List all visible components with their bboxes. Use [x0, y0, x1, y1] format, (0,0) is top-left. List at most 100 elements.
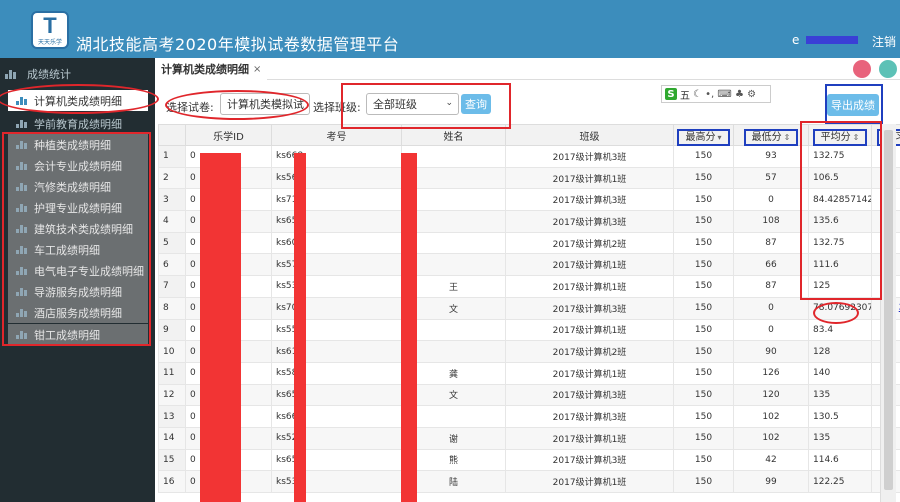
cell-exam: ks525 [271, 426, 402, 450]
cell-max: 150 [673, 318, 734, 342]
col-exam-number[interactable]: 考号 [271, 124, 402, 146]
cell-cls: 2017级计算机3班 [505, 188, 674, 212]
sidebar-item[interactable]: 酒店服务成绩明细 [8, 302, 148, 323]
bar-chart-icon [16, 266, 28, 275]
tab-computer-scores[interactable]: 计算机类成绩明细 × [155, 58, 268, 80]
cell-name: 陆 [401, 470, 506, 493]
logout-link[interactable]: 注销 [872, 33, 896, 50]
table-row[interactable]: 110ks582龚2017级计算机1班1501261403 [158, 361, 900, 385]
cell-name: 熊 [401, 448, 506, 472]
cell-max: 150 [673, 470, 734, 493]
col-name[interactable]: 姓名 [401, 124, 506, 146]
sidebar-item[interactable]: 学前教育成绩明细 [8, 113, 148, 134]
cell-max: 150 [673, 166, 734, 190]
table-row[interactable]: 10ks6682017级计算机3班15093132.754 [158, 145, 900, 168]
cell-cls: 2017级计算机3班 [505, 296, 674, 320]
cell-avg: 122.25 [808, 470, 872, 493]
table-row[interactable]: 60ks5702017级计算机1班15066111.65 [158, 253, 900, 277]
bar-chart-icon [16, 224, 28, 233]
cell-min: 108 [733, 210, 809, 233]
cell-n: 13 [158, 405, 186, 428]
table-row[interactable]: 100ks6172017级计算机2班150901283 [158, 340, 900, 363]
cell-exam: ks665 [271, 405, 402, 428]
pink-circle-button[interactable] [853, 60, 871, 78]
close-icon[interactable]: × [253, 64, 261, 75]
cell-cls: 2017级计算机1班 [505, 361, 674, 385]
class-select[interactable]: 全部班级 ⌄ [366, 93, 459, 115]
paper-select-value: 计算机类模拟试 [227, 98, 304, 111]
cell-n: 3 [158, 188, 186, 212]
table-row[interactable]: 120ks651文2017级计算机3班1501201352 [158, 383, 900, 407]
app-title: 湖北技能高考2020年模拟试卷数据管理平台 [76, 35, 400, 54]
col-class[interactable]: 班级 [505, 124, 674, 146]
query-button[interactable]: 查询 [461, 94, 491, 114]
sidebar-item[interactable]: 电气电子专业成绩明细 [8, 260, 148, 281]
table-row[interactable]: 50ks6082017级计算机2班15087132.754 [158, 231, 900, 255]
table-row[interactable]: 130ks6652017级计算机3班150102130.54 [158, 405, 900, 428]
cell-avg: 111.6 [808, 253, 872, 277]
cell-exam: ks654 [271, 448, 402, 472]
cell-exam: ks582 [271, 361, 402, 385]
ime-toolbar[interactable]: S 五 ☾ •, ⌨ ♣ ⚙ [661, 85, 771, 103]
cell-name: 谢 [401, 426, 506, 450]
cell-avg: 130.5 [808, 405, 872, 428]
cell-max: 150 [673, 275, 734, 298]
scrollbar-thumb[interactable] [884, 130, 893, 490]
scores-table: 乐学ID 考号 姓名 班级 最高分▾ 最低分⇕ 平均分⇕ 练习次数 10ks66… [158, 124, 900, 493]
cell-name [401, 253, 506, 277]
cell-min: 87 [733, 275, 809, 298]
col-avg-score[interactable]: 平均分 ⇕ [808, 124, 872, 146]
top-header: T 天天乐学 湖北技能高考2020年模拟试卷数据管理平台 e 注销 [0, 0, 900, 58]
bar-chart-icon [16, 245, 28, 254]
vertical-scrollbar[interactable] [880, 124, 896, 502]
sidebar-item[interactable]: 计算机类成绩明细 [8, 90, 148, 111]
table-row[interactable]: 160ks533陆2017级计算机1班15099122.254 [158, 470, 900, 493]
table-header-row: 乐学ID 考号 姓名 班级 最高分▾ 最低分⇕ 平均分⇕ 练习次数 [158, 124, 900, 146]
sidebar-item[interactable]: 导游服务成绩明细 [8, 281, 148, 302]
cell-exam: ks668 [271, 145, 402, 168]
cell-name [401, 318, 506, 342]
sidebar-item[interactable]: 汽修类成绩明细 [8, 176, 148, 197]
sidebar-item[interactable]: 建筑技术类成绩明细 [8, 218, 148, 239]
cell-max: 150 [673, 405, 734, 428]
col-lexue-id[interactable]: 乐学ID [185, 124, 272, 146]
cell-avg: 132.75 [808, 231, 872, 255]
table-row[interactable]: 150ks654熊2017级计算机3班15042114.65 [158, 448, 900, 472]
teal-circle-button[interactable] [879, 60, 897, 78]
cell-min: 93 [733, 145, 809, 168]
user-name[interactable]: e [792, 33, 799, 47]
cell-exam: ks617 [271, 340, 402, 363]
cell-max: 150 [673, 231, 734, 255]
sidebar-section-header[interactable]: 成绩统计 [5, 65, 71, 83]
bar-chart-icon [16, 119, 28, 128]
col-min-score[interactable]: 最低分 ⇕ [733, 124, 809, 146]
sidebar-item[interactable]: 种植类成绩明细 [8, 134, 148, 155]
cell-name [401, 145, 506, 168]
table-row[interactable]: 30ks7132017级计算机3班150084.428571428...7 [158, 188, 900, 212]
cell-exam: ks535 [271, 275, 402, 298]
chevron-down-icon: ⌄ [445, 98, 453, 108]
table-row[interactable]: 140ks525谢2017级计算机1班1501021356 [158, 426, 900, 450]
col-min-score-label: 最低分 [751, 131, 782, 143]
sidebar-item[interactable]: 护理专业成绩明细 [8, 197, 148, 218]
table-row[interactable]: 20ks5652017级计算机1班15057106.54 [158, 166, 900, 190]
cell-n: 12 [158, 383, 186, 407]
table-row[interactable]: 80ks707文2017级计算机3班150078.076923076...39 [158, 296, 900, 320]
paper-select[interactable]: 计算机类模拟试 ⌄ [220, 93, 310, 115]
sidebar-item[interactable]: 车工成绩明细 [8, 239, 148, 260]
table-row[interactable]: 40ks6532017级计算机3班150108135.65 [158, 210, 900, 233]
cell-name: 龚 [401, 361, 506, 385]
sidebar-item[interactable]: 钳工成绩明细 [8, 324, 148, 345]
main-content: 计算机类成绩明细 × 选择试卷: 计算机类模拟试 ⌄ 选择班级: 全部班级 ⌄ … [0, 58, 900, 502]
table-row[interactable]: 90ks5562017级计算机1班150083.45 [158, 318, 900, 342]
export-scores-button[interactable]: 导出成绩 [827, 94, 879, 116]
col-avg-score-label: 平均分 [820, 131, 851, 143]
cell-n: 10 [158, 340, 186, 363]
col-max-score[interactable]: 最高分 ▾ [673, 124, 734, 146]
table-row[interactable]: 70ks535王2017级计算机1班150871253 [158, 275, 900, 298]
cell-exam: ks713 [271, 188, 402, 212]
cell-avg: 128 [808, 340, 872, 363]
sidebar-item[interactable]: 会计专业成绩明细 [8, 155, 148, 176]
cell-exam: ks556 [271, 318, 402, 342]
cell-min: 57 [733, 166, 809, 190]
